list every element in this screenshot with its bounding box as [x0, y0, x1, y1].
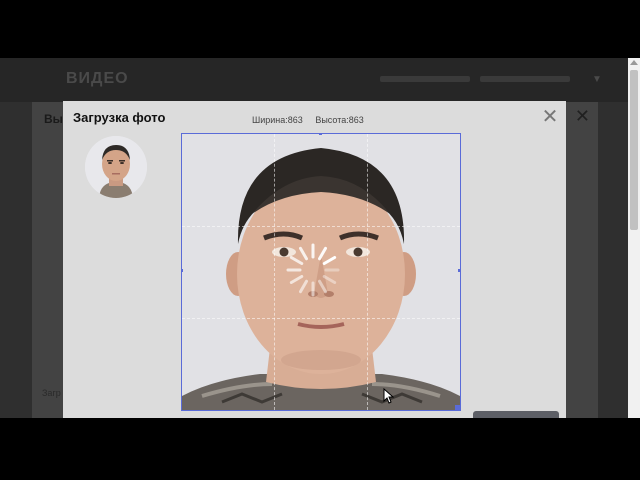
spinner-spoke: [289, 256, 304, 265]
spinner-spoke: [289, 275, 304, 284]
background-dialog-footer: Загр: [42, 388, 61, 398]
letterbox-top: [0, 0, 640, 58]
crop-side-handle[interactable]: [458, 269, 460, 272]
loading-spinner-icon: [286, 243, 340, 297]
crop-grid-line: [274, 134, 275, 410]
page-logo: ВИДЕО: [66, 70, 129, 87]
chevron-down-icon: ▼: [592, 74, 602, 85]
spinner-spoke: [299, 246, 308, 261]
crop-side-handle[interactable]: [182, 269, 183, 272]
image-dimensions: Ширина:863 Высота:863: [252, 115, 374, 125]
close-icon: ✕: [574, 106, 590, 126]
width-label: Ширина:863: [252, 115, 303, 125]
page-scrollbar[interactable]: [628, 58, 640, 418]
mouse-cursor-icon: [383, 388, 395, 404]
page-nav-item: [380, 76, 470, 82]
letterbox-bottom: [0, 418, 640, 480]
crop-side-handle[interactable]: [319, 134, 322, 135]
spinner-spoke: [322, 256, 337, 265]
close-icon: ✕: [541, 106, 559, 128]
spinner-spoke: [318, 279, 327, 294]
scroll-thumb[interactable]: [630, 70, 638, 230]
spinner-spoke: [299, 279, 308, 294]
crop-grid-line: [182, 318, 460, 319]
save-button[interactable]: [473, 411, 559, 418]
crop-grid-line: [182, 226, 460, 227]
spinner-spoke: [318, 246, 327, 261]
page-nav-item: [480, 76, 570, 82]
spinner-spoke: [322, 275, 337, 284]
crop-grid-line: [367, 134, 368, 410]
modal-title: Загрузка фото: [73, 110, 166, 125]
height-label: Высота:863: [315, 115, 364, 125]
page-header: ВИДЕО ▼: [0, 58, 628, 102]
avatar-preview: [85, 136, 147, 198]
scroll-up-arrow-icon[interactable]: [630, 60, 638, 65]
avatar-preview-image: [85, 136, 147, 198]
photo-upload-modal: Загрузка фото Ширина:863 Высота:863 ✕: [63, 101, 566, 418]
crop-resize-handle[interactable]: [455, 405, 460, 410]
close-button[interactable]: ✕: [540, 107, 560, 127]
